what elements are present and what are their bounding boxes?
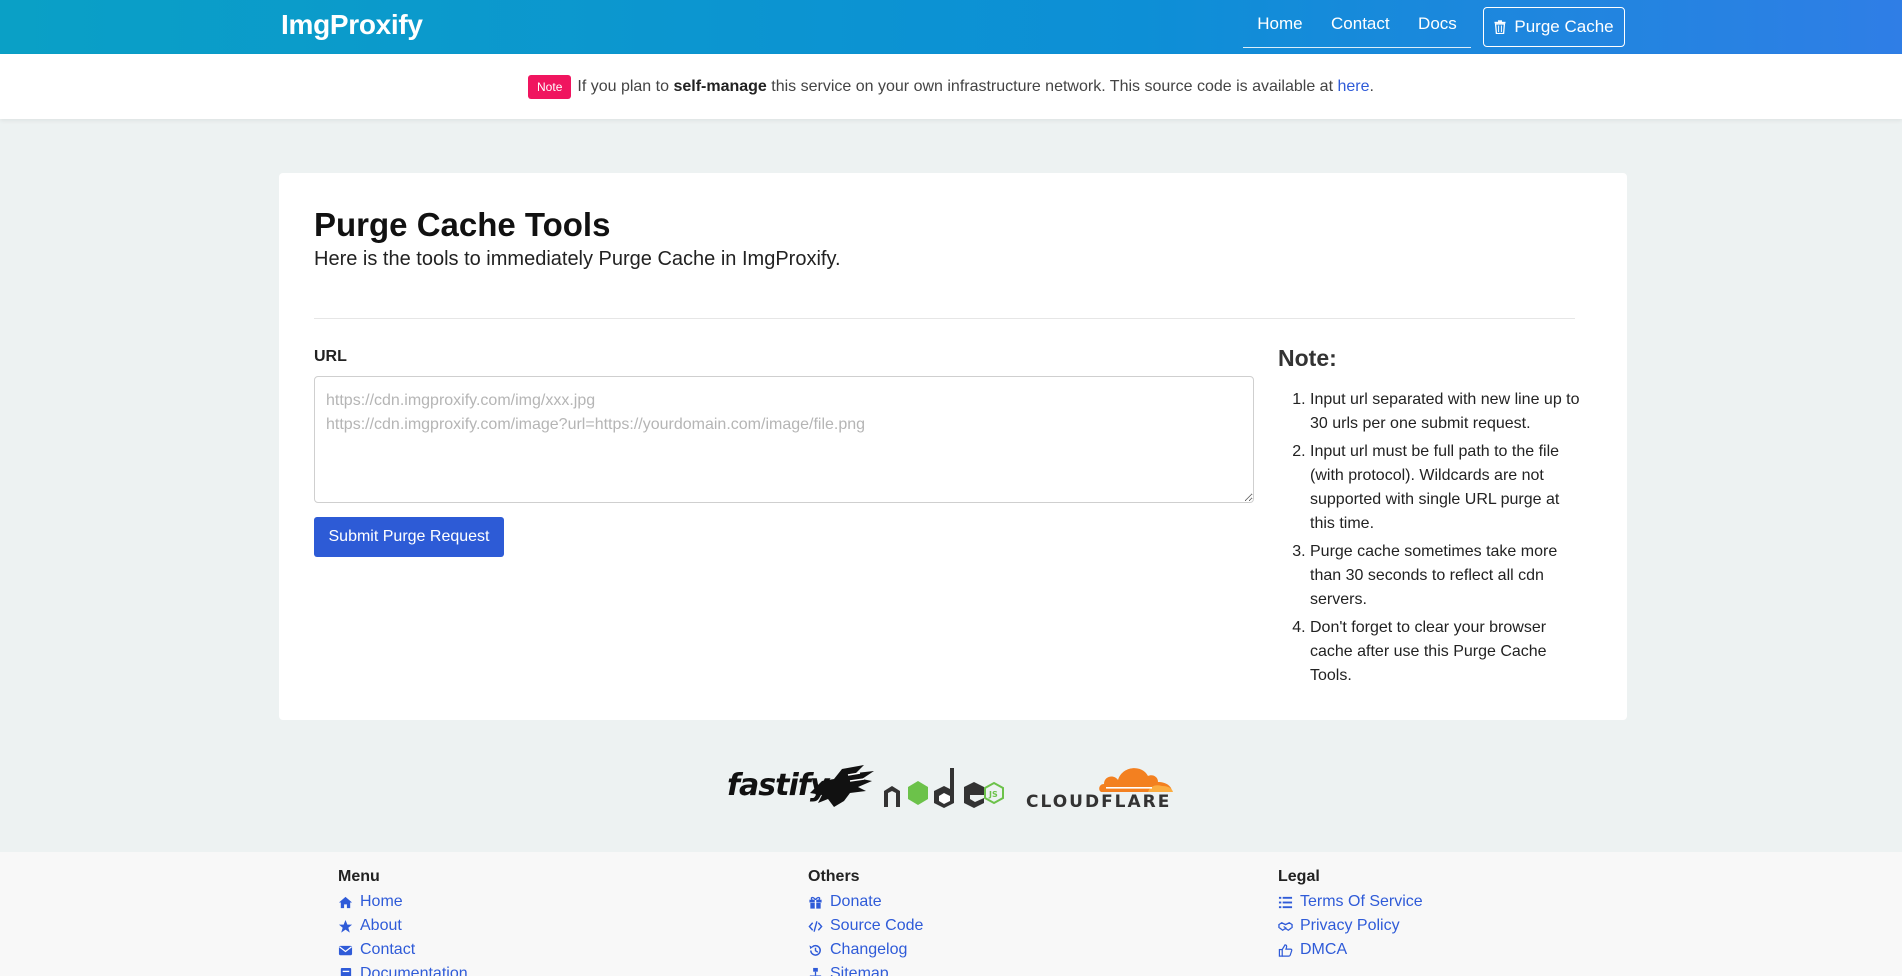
source-code-link[interactable]: here — [1337, 78, 1369, 96]
footer-link-documentation[interactable]: Documentation — [338, 962, 468, 976]
footer-link-contact[interactable]: Contact — [338, 938, 468, 962]
nodejs-logo: JS — [884, 768, 1004, 808]
sitemap-icon — [809, 967, 822, 976]
footer-link-terms[interactable]: Terms Of Service — [1278, 890, 1423, 914]
history-icon — [809, 944, 821, 956]
purge-cache-button[interactable]: Purge Cache — [1483, 7, 1625, 47]
purge-cache-card: Purge Cache Tools Here is the tools to i… — [279, 173, 1627, 720]
footer-link-label[interactable]: DMCA — [1300, 941, 1347, 959]
notice-text-after: this service on your own infrastructure … — [771, 77, 1334, 95]
footer-link-label[interactable]: Sitemap — [830, 965, 889, 976]
thumbs-up-icon — [1278, 943, 1293, 957]
star-icon — [338, 919, 353, 933]
footer-link-sitemap[interactable]: Sitemap — [808, 962, 923, 976]
book-icon — [340, 967, 352, 976]
nav-contact-link[interactable]: Contact — [1331, 14, 1390, 34]
footer-menu-column: Menu Home About Contact Documentation — [338, 868, 468, 976]
footer-link-privacy[interactable]: Privacy Policy — [1278, 914, 1423, 938]
footer-link-label[interactable]: Source Code — [830, 917, 923, 935]
note-title: Note: — [1278, 345, 1337, 371]
footer-link-label[interactable]: About — [360, 917, 402, 935]
footer-legal-column: Legal Terms Of Service Privacy Policy DM… — [1278, 868, 1423, 962]
submit-purge-button[interactable]: Submit Purge Request — [314, 517, 504, 557]
gift-icon — [809, 896, 822, 909]
footer-menu-title: Menu — [338, 868, 380, 885]
footer-link-source-code[interactable]: Source Code — [808, 914, 923, 938]
url-textarea[interactable] — [314, 376, 1254, 503]
footer-link-changelog[interactable]: Changelog — [808, 938, 923, 962]
envelope-icon — [338, 945, 353, 955]
svg-text:JS: JS — [988, 790, 998, 799]
brand-logo[interactable]: ImgProxify — [281, 9, 423, 41]
footer-others-column: Others Donate Source Code Changelog Site… — [808, 868, 923, 976]
url-label: URL — [314, 348, 347, 365]
footer-link-about[interactable]: About — [338, 914, 468, 938]
footer-link-dmca[interactable]: DMCA — [1278, 938, 1423, 962]
navbar: ImgProxify Home Contact Docs Purge Cache — [0, 0, 1902, 54]
note-item: Purge cache sometimes take more than 30 … — [1310, 540, 1580, 612]
footer-link-label[interactable]: Changelog — [830, 941, 907, 959]
footer-link-donate[interactable]: Donate — [808, 890, 923, 914]
notice-end: . — [1369, 77, 1374, 95]
home-icon — [338, 896, 353, 908]
footer-link-home[interactable]: Home — [338, 890, 468, 914]
note-list: Input url separated with new line up to … — [1310, 388, 1580, 692]
note-item: Input url separated with new line up to … — [1310, 388, 1580, 436]
nav-links: Home Contact Docs — [1243, 0, 1471, 48]
page-subtitle: Here is the tools to immediately Purge C… — [314, 248, 841, 270]
tech-logos: fastify JS CLOUDFLARE — [726, 760, 1178, 812]
page-title: Purge Cache Tools — [314, 206, 611, 243]
purge-cache-label: Purge Cache — [1514, 17, 1614, 36]
footer-link-label[interactable]: Donate — [830, 893, 882, 911]
footer-link-label[interactable]: Documentation — [360, 965, 468, 976]
self-manage-notice: Note If you plan to self-manage this ser… — [0, 54, 1902, 119]
note-badge: Note — [528, 74, 572, 99]
trash-icon — [1494, 20, 1506, 34]
notice-text-before: If you plan to — [577, 77, 669, 95]
fastify-panther-icon — [810, 765, 874, 807]
footer: Menu Home About Contact Documentation Ot… — [0, 852, 1902, 976]
cloudflare-logo: CLOUDFLARE — [1026, 792, 1172, 812]
nav-home-link[interactable]: Home — [1257, 14, 1302, 34]
cloudflare-cloud-icon — [1099, 768, 1173, 792]
footer-link-label[interactable]: Contact — [360, 941, 415, 959]
footer-link-label[interactable]: Privacy Policy — [1300, 917, 1400, 935]
code-icon — [808, 920, 823, 932]
list-icon — [1278, 896, 1293, 908]
footer-others-title: Others — [808, 868, 860, 885]
divider — [314, 318, 1575, 319]
footer-link-label[interactable]: Home — [360, 893, 403, 911]
footer-legal-title: Legal — [1278, 868, 1320, 885]
note-item: Input url must be full path to the file … — [1310, 440, 1580, 536]
footer-link-label[interactable]: Terms Of Service — [1300, 893, 1423, 911]
note-item: Don't forget to clear your browser cache… — [1310, 616, 1580, 688]
nav-docs-link[interactable]: Docs — [1418, 14, 1457, 34]
notice-bold-text: self-manage — [673, 77, 767, 95]
handshake-icon — [1278, 921, 1293, 931]
